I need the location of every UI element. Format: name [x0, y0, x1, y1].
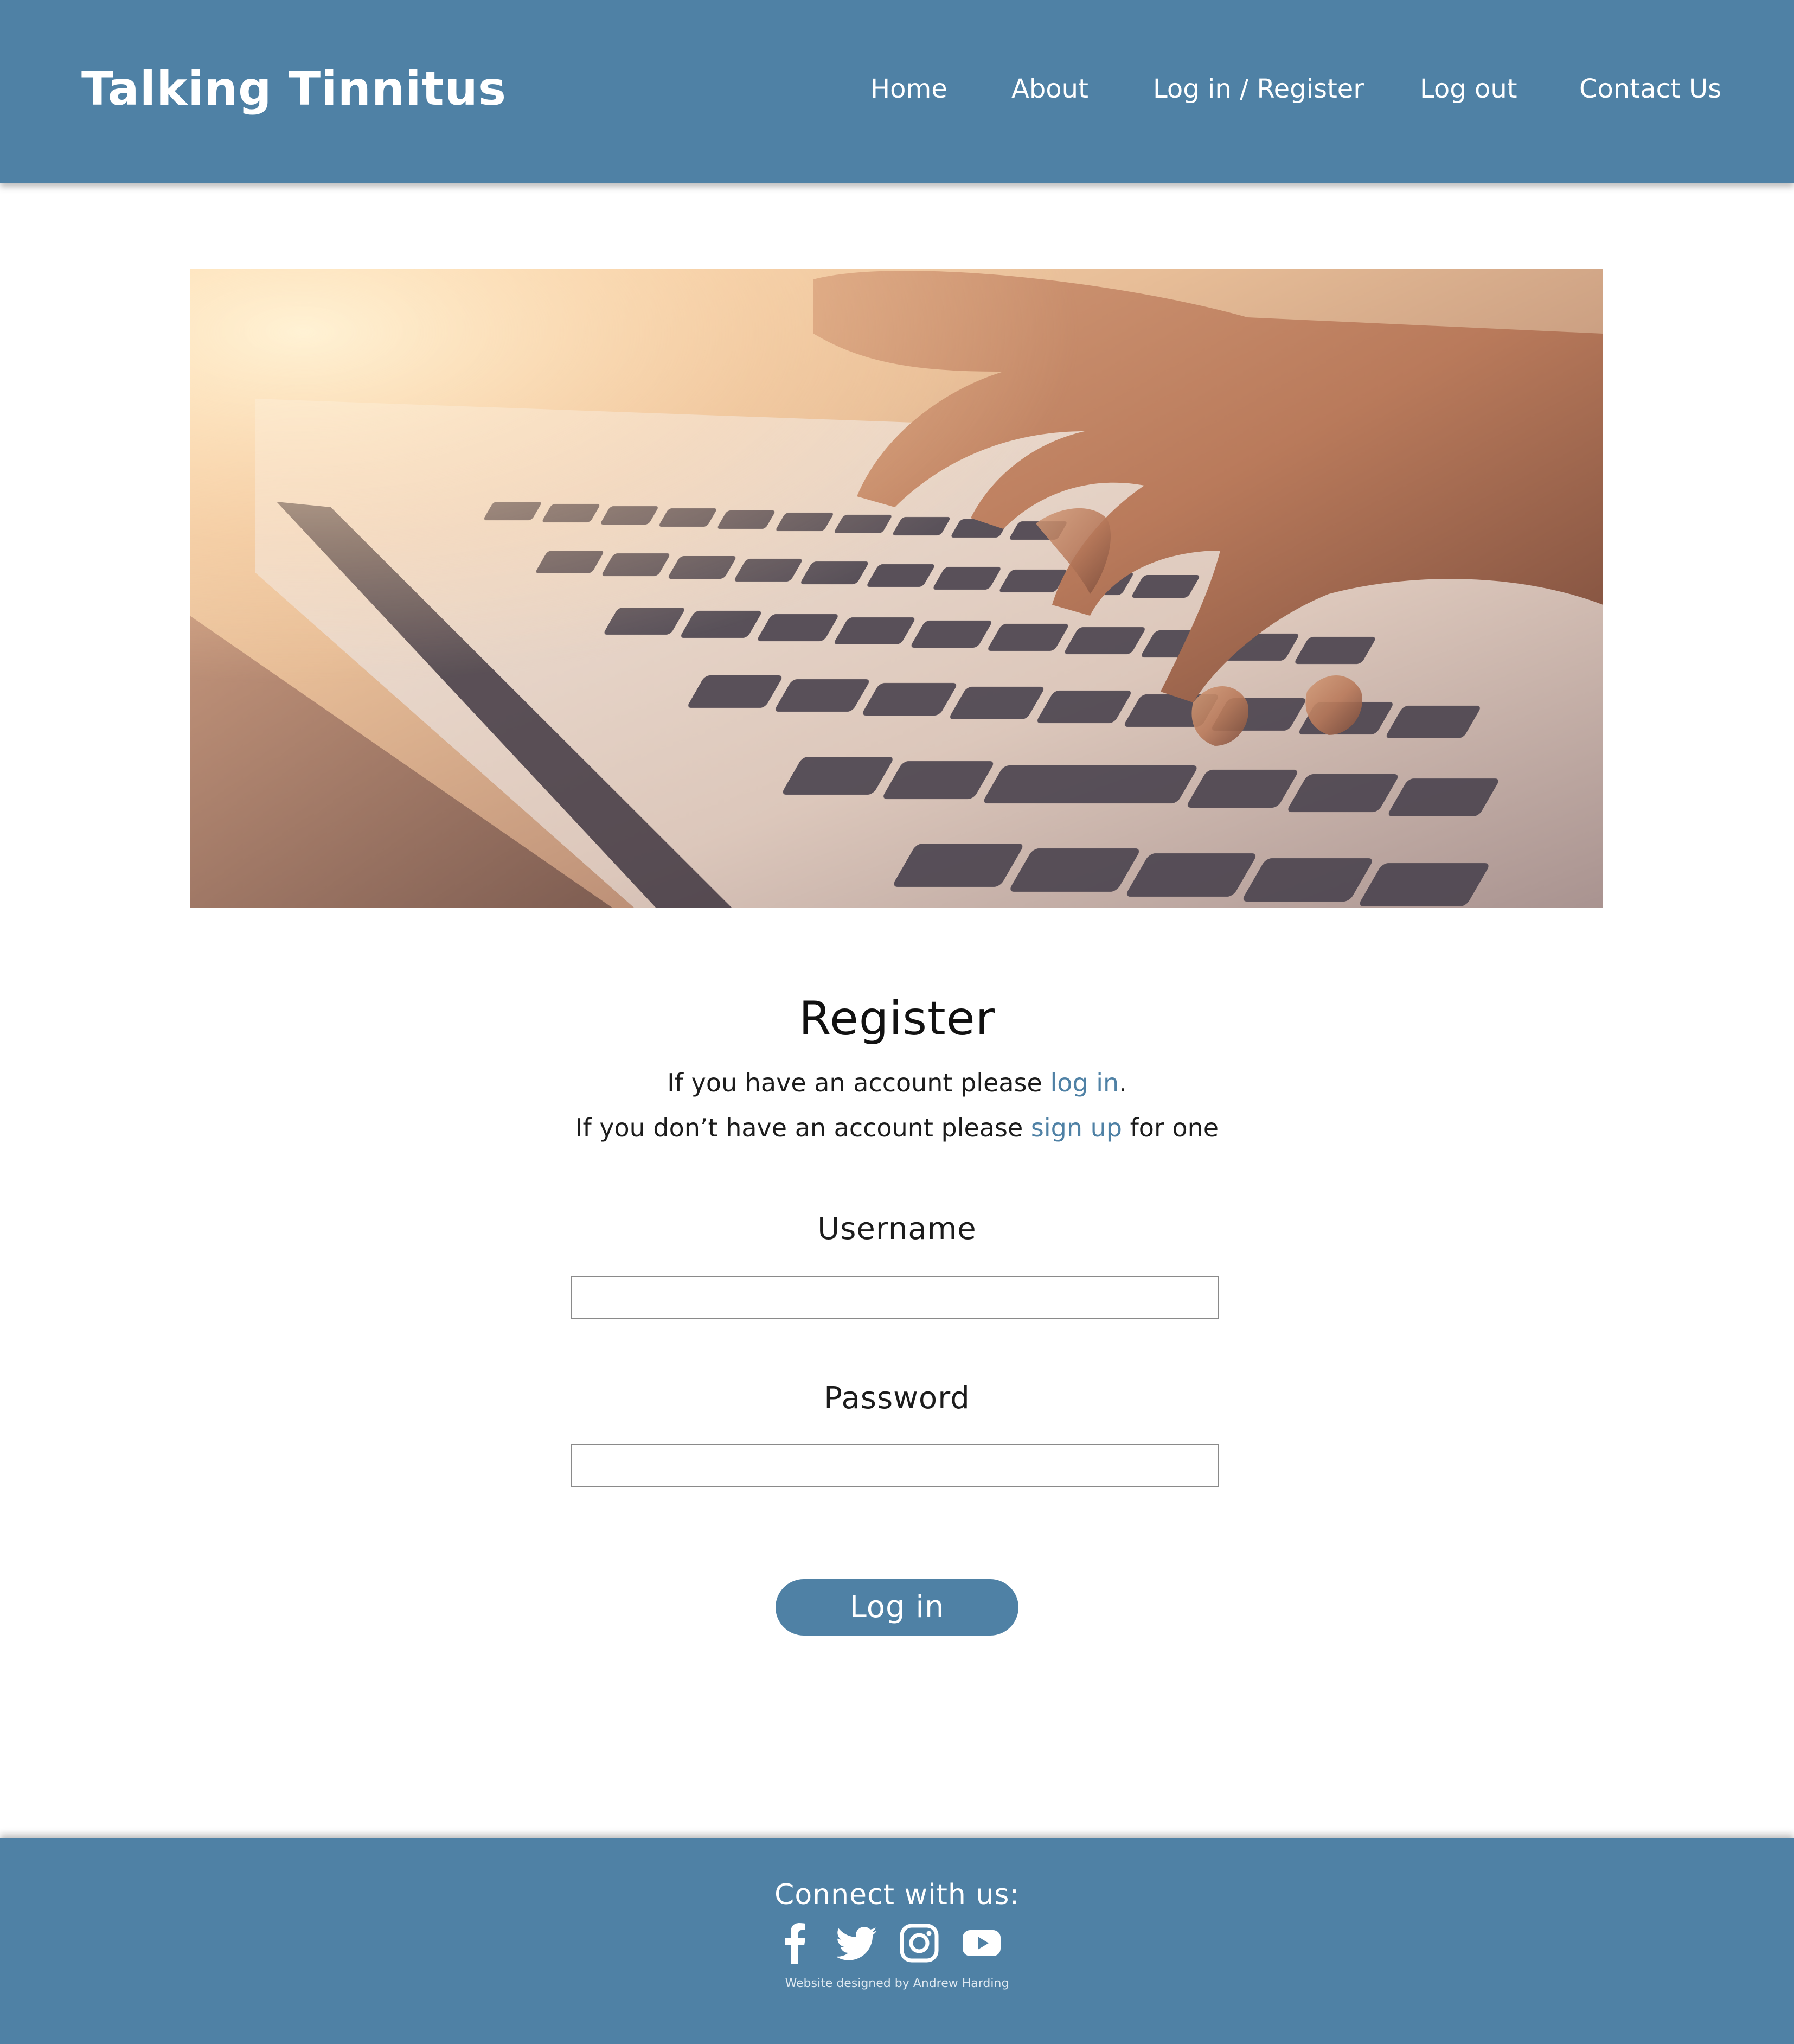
password-label: Password	[824, 1381, 970, 1416]
signup-prompt-text: If you don’t have an account please	[575, 1113, 1031, 1142]
username-label: Username	[817, 1211, 977, 1247]
login-button[interactable]: Log in	[776, 1579, 1018, 1636]
nav-contact-us[interactable]: Contact Us	[1579, 72, 1721, 106]
site-footer: Connect with us: Website designed by And…	[0, 1838, 1794, 2044]
instagram-glyph	[900, 1924, 939, 1963]
username-input[interactable]	[571, 1276, 1219, 1319]
login-prompt: If you have an account please log in.	[0, 1065, 1794, 1100]
site-header: Talking Tinnitus Home About Log in / Reg…	[0, 0, 1794, 183]
youtube-icon[interactable]	[961, 1922, 1002, 1964]
login-prompt-suffix: .	[1119, 1068, 1127, 1097]
password-input[interactable]	[571, 1444, 1219, 1487]
site-credit: Website designed by Andrew Harding	[785, 1977, 1009, 1990]
login-prompt-text: If you have an account please	[667, 1068, 1050, 1097]
instagram-icon[interactable]	[899, 1922, 940, 1964]
signup-link[interactable]: sign up	[1031, 1113, 1122, 1142]
facebook-glyph	[785, 1923, 805, 1964]
signup-prompt-suffix: for one	[1122, 1113, 1219, 1142]
connect-heading: Connect with us:	[774, 1879, 1020, 1911]
twitter-glyph	[837, 1927, 877, 1960]
page: Talking Tinnitus Home About Log in / Reg…	[0, 0, 1794, 2044]
nav-home[interactable]: Home	[870, 72, 947, 106]
nav-login-register[interactable]: Log in / Register	[1153, 72, 1364, 106]
register-title: Register	[798, 992, 996, 1046]
twitter-icon[interactable]	[837, 1922, 878, 1964]
laptop-typing-photo	[190, 269, 1603, 908]
signup-prompt: If you don’t have an account please sign…	[0, 1110, 1794, 1145]
nav-about[interactable]: About	[1011, 72, 1088, 106]
facebook-icon[interactable]	[776, 1922, 817, 1964]
nav-logout[interactable]: Log out	[1420, 72, 1517, 106]
youtube-glyph	[963, 1930, 1001, 1956]
login-link[interactable]: log in	[1050, 1068, 1119, 1097]
site-logo[interactable]: Talking Tinnitus	[81, 59, 507, 119]
hero-image	[190, 269, 1603, 908]
